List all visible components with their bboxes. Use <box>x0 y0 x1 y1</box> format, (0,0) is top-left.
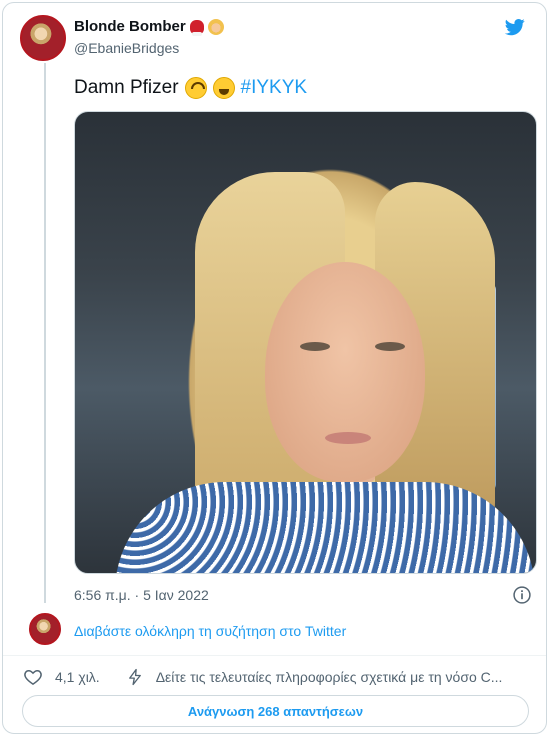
tweet-body: Damn Pfizer <box>74 77 179 98</box>
author-name-row: Blonde Bomber <box>74 18 224 36</box>
lightning-bolt-icon <box>128 668 141 686</box>
read-replies-button[interactable]: Ανάγνωση 268 απαντήσεων <box>22 695 529 727</box>
action-row: 4,1 χιλ. Δείτε τις τελευταίες πληροφορίε… <box>23 667 526 687</box>
tweet-timestamp[interactable]: 6:56 π.μ. · 5 Ιαν 2022 <box>74 587 209 603</box>
photo-face <box>265 262 425 482</box>
author-display-name[interactable]: Blonde Bomber <box>74 18 186 35</box>
photo-eye-left <box>300 342 330 351</box>
photo-eye-right <box>375 342 405 351</box>
divider <box>3 655 546 656</box>
author-handle[interactable]: @EbanieBridges <box>74 40 179 56</box>
upside-down-face-emoji-icon <box>184 77 207 99</box>
boxing-glove-emoji-icon <box>189 19 204 36</box>
thread-line <box>44 63 46 603</box>
tweet-embed-card: Blonde Bomber @EbanieBridges Damn Pfizer… <box>2 2 547 734</box>
photo-lips <box>325 432 371 444</box>
twitter-bird-icon[interactable] <box>504 17 526 37</box>
covid-info-link[interactable]: Δείτε τις τελευταίες πληροφορίες σχετικά… <box>156 669 526 685</box>
tweet-text: Damn Pfizer #IYKYK <box>74 77 307 99</box>
heart-icon[interactable] <box>23 667 43 687</box>
thread-avatar[interactable] <box>29 613 61 645</box>
tweet-photo[interactable] <box>74 111 537 574</box>
author-avatar[interactable] <box>20 15 66 61</box>
hashtag-link[interactable]: #IYKYK <box>241 77 308 99</box>
like-count[interactable]: 4,1 χιλ. <box>55 669 100 685</box>
photo-dress <box>115 482 535 573</box>
grinning-squinting-face-emoji-icon <box>212 77 235 99</box>
info-icon[interactable] <box>512 585 532 605</box>
read-conversation-link[interactable]: Διαβάστε ολόκληρη τη συζήτηση στο Twitte… <box>74 623 346 639</box>
woman-tipping-hand-emoji-icon <box>207 18 224 35</box>
